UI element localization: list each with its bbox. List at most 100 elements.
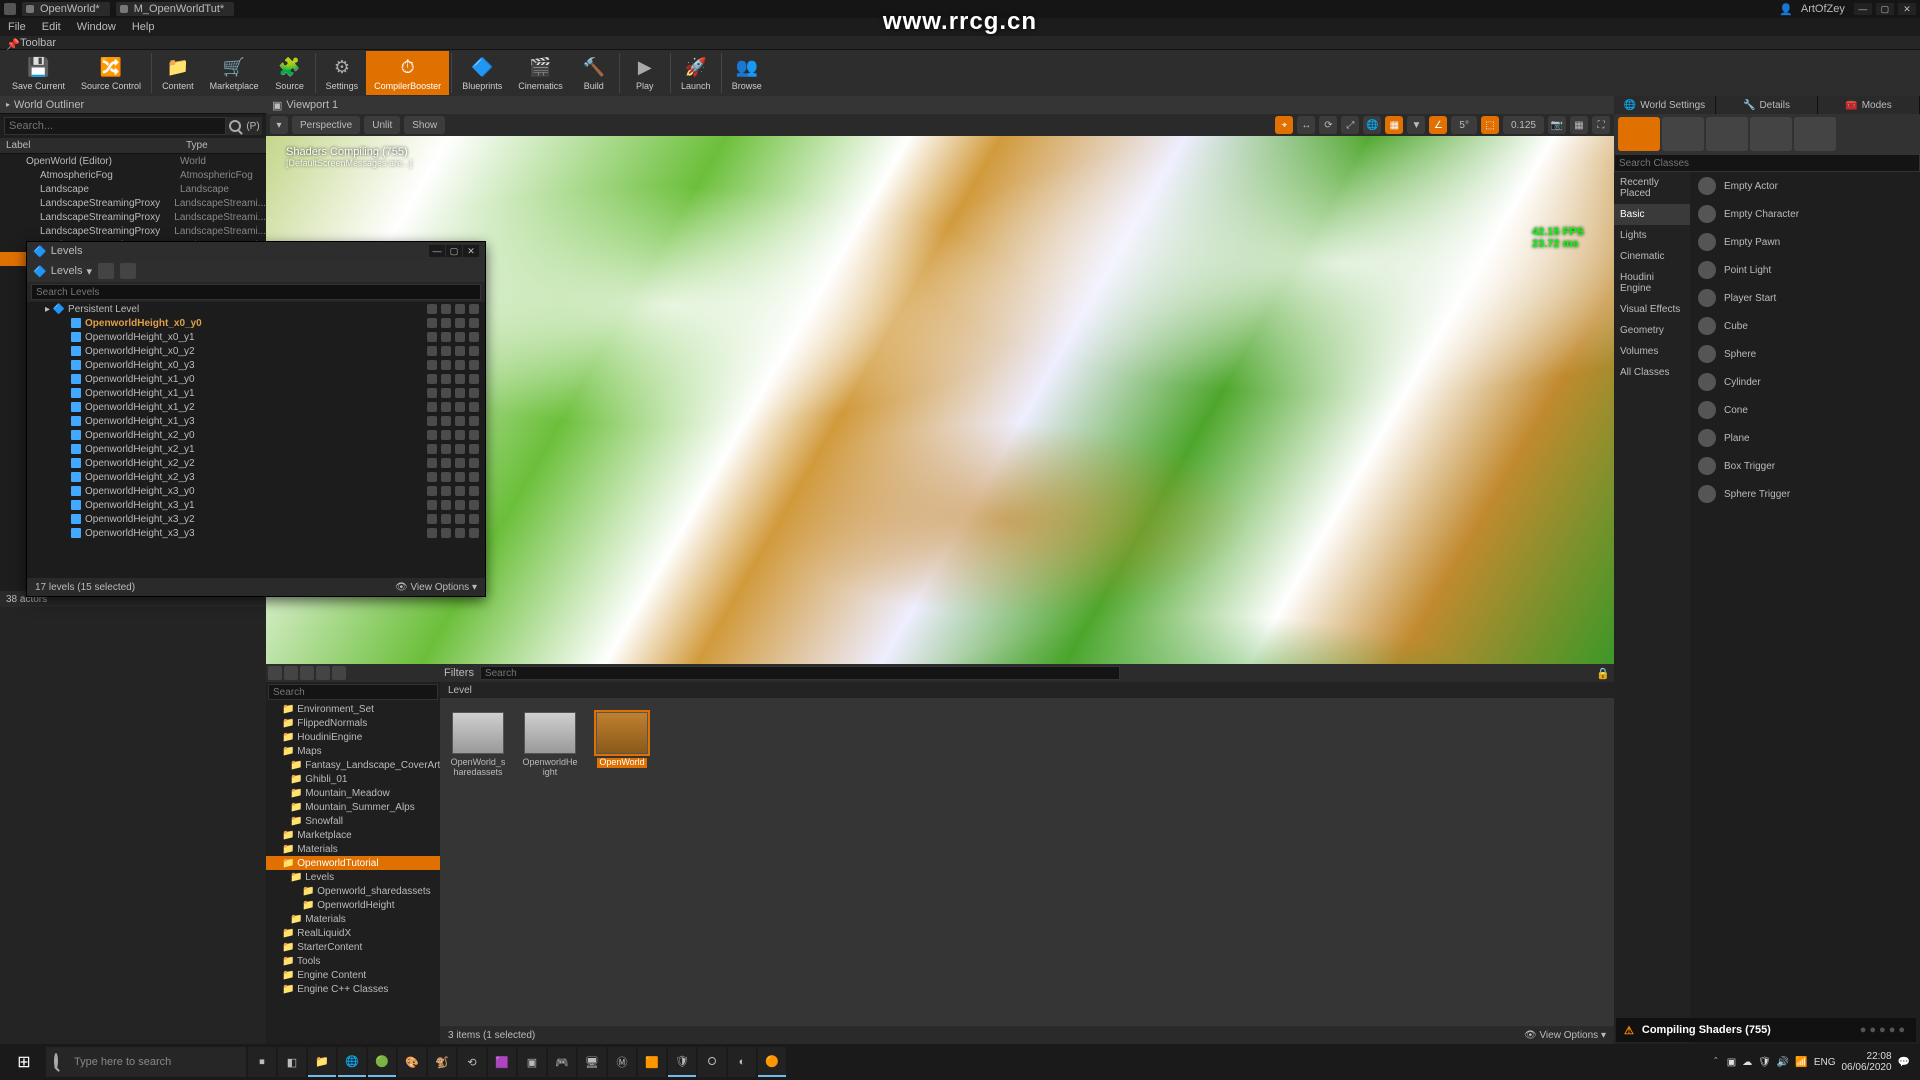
taskbar-app-17[interactable]: 🟠 [758, 1047, 786, 1077]
eye-icon[interactable] [427, 374, 437, 384]
outliner-row[interactable]: LandscapeStreamingProxyLandscapeStreami.… [0, 224, 266, 238]
camera-speed-icon[interactable]: 📷 [1548, 116, 1566, 134]
cb-tree-item[interactable]: 📁 Marketplace [266, 828, 440, 842]
eye-icon[interactable] [427, 388, 437, 398]
save-icon[interactable] [455, 360, 465, 370]
taskbar-app-5[interactable]: 🎨 [398, 1047, 426, 1077]
levels-row[interactable]: OpenworldHeight_x1_y2 [27, 400, 485, 414]
outliner-header[interactable]: ▸ World Outliner [0, 96, 266, 114]
menu-edit[interactable]: Edit [42, 21, 61, 33]
modes-category[interactable]: Lights [1614, 225, 1690, 246]
lock-icon[interactable] [441, 318, 451, 328]
lock-icon[interactable] [441, 458, 451, 468]
modes-items[interactable]: Empty ActorEmpty CharacterEmpty PawnPoin… [1690, 172, 1920, 1044]
cb-asset[interactable]: OpenworldHeight [522, 712, 578, 778]
modes-category[interactable]: Volumes [1614, 341, 1690, 362]
lock-icon[interactable] [441, 430, 451, 440]
cb-breadcrumbs[interactable]: Level [440, 682, 1614, 698]
mode-mesh-icon[interactable] [1794, 117, 1836, 151]
eye-icon[interactable] [427, 360, 437, 370]
scale-value[interactable]: 0.125 [1503, 116, 1544, 134]
levels-view-options[interactable]: 👁 View Options ▾ [395, 582, 477, 593]
maximize-viewport-icon[interactable]: ⛶ [1592, 116, 1610, 134]
taskbar-app-spotify[interactable]: 🟢 [368, 1047, 396, 1077]
save-icon[interactable] [455, 514, 465, 524]
cb-tree-item[interactable]: 📁 OpenworldTutorial [266, 856, 440, 870]
toolbar-marketplace-button[interactable]: 🛒Marketplace [202, 51, 267, 95]
taskbar-app-13[interactable]: 🟧 [638, 1047, 666, 1077]
levels-dropdown[interactable]: 🔷 Levels ▾ [33, 265, 92, 278]
levels-row[interactable]: OpenworldHeight_x0_y1 [27, 330, 485, 344]
taskbar-app-16[interactable]: ◐ [728, 1047, 756, 1077]
modes-category[interactable]: All Classes [1614, 362, 1690, 383]
modes-category[interactable]: Visual Effects [1614, 299, 1690, 320]
toolbar-settings-button[interactable]: ⚙Settings [318, 51, 367, 95]
lock-icon[interactable] [441, 346, 451, 356]
levels-max-btn[interactable]: ▢ [446, 245, 462, 257]
modes-category[interactable]: Basic [1614, 204, 1690, 225]
toolbar-source-control-button[interactable]: 🔀Source Control [73, 51, 149, 95]
outliner-row[interactable]: AtmosphericFogAtmosphericFog [0, 168, 266, 182]
col-label[interactable]: Label [0, 138, 180, 153]
outliner-row[interactable]: LandscapeLandscape [0, 182, 266, 196]
cb-tree-item[interactable]: 📁 Mountain_Summer_Alps [266, 800, 440, 814]
modes-item[interactable]: Empty Actor [1690, 172, 1920, 200]
levels-window[interactable]: 🔷 Levels — ▢ ✕ 🔷 Levels ▾ ▸ 🔷 Persistent… [26, 241, 486, 597]
cb-tree-item[interactable]: 📁 Materials [266, 842, 440, 856]
minimize-button[interactable]: — [1854, 3, 1872, 15]
lock-icon[interactable] [441, 416, 451, 426]
lock-icon[interactable] [441, 402, 451, 412]
viewport-menu-icon[interactable]: ▾ [270, 116, 288, 134]
cb-asset-search-input[interactable] [480, 666, 1120, 680]
unlit-dropdown[interactable]: Unlit [364, 116, 400, 134]
save-icon[interactable] [455, 402, 465, 412]
levels-row[interactable]: OpenworldHeight_x2_y2 [27, 456, 485, 470]
cb-tree-item[interactable]: 📁 Materials [266, 912, 440, 926]
outliner-row[interactable]: OpenWorld (Editor)World [0, 154, 266, 168]
save-icon[interactable] [455, 318, 465, 328]
title-tab-1[interactable]: OpenWorld* [22, 2, 110, 16]
modes-item[interactable]: Plane [1690, 424, 1920, 452]
levels-search-input[interactable] [31, 284, 481, 300]
levels-row[interactable]: OpenworldHeight_x2_y3 [27, 470, 485, 484]
angle-value[interactable]: 5° [1451, 116, 1477, 134]
cb-tree-item[interactable]: 📁 OpenworldHeight [266, 898, 440, 912]
cb-tree-item[interactable]: 📁 Tools [266, 954, 440, 968]
cb-tree-item[interactable]: 📁 HoudiniEngine [266, 730, 440, 744]
toolbar-compilerbooster-button[interactable]: ⏱CompilerBooster [366, 51, 449, 95]
levels-min-btn[interactable]: — [429, 245, 445, 257]
eye-icon[interactable] [427, 514, 437, 524]
lock-icon[interactable] [441, 444, 451, 454]
mode-place-icon[interactable] [1618, 117, 1660, 151]
color-icon[interactable] [469, 318, 479, 328]
cb-folder-tree[interactable]: 📁 Environment_Set📁 FlippedNormals📁 Houdi… [266, 702, 440, 1044]
toolbar-launch-button[interactable]: 🚀Launch [673, 51, 719, 95]
col-type[interactable]: Type [180, 138, 214, 153]
cb-asset[interactable]: OpenWorld [594, 712, 650, 768]
taskbar-app-9[interactable]: ▣ [518, 1047, 546, 1077]
outliner-row[interactable]: LandscapeStreamingProxyLandscapeStreami.… [0, 210, 266, 224]
save-icon[interactable] [455, 458, 465, 468]
levels-row[interactable]: OpenworldHeight_x0_y3 [27, 358, 485, 372]
levels-row-root[interactable]: ▸ 🔷 Persistent Level [27, 302, 485, 316]
levels-new-icon[interactable] [98, 263, 114, 279]
task-view-icon[interactable]: ⏹ [248, 1047, 276, 1077]
modes-item[interactable]: Player Start [1690, 284, 1920, 312]
cb-tree-item[interactable]: 📁 Mountain_Meadow [266, 786, 440, 800]
levels-row[interactable]: OpenworldHeight_x2_y0 [27, 428, 485, 442]
taskbar-app-ue4[interactable]: 🛡 [668, 1047, 696, 1077]
tab-details[interactable]: 🔧 Details [1716, 96, 1818, 114]
color-icon[interactable] [469, 360, 479, 370]
modes-categories[interactable]: Recently PlacedBasicLightsCinematicHoudi… [1614, 172, 1690, 1044]
color-icon[interactable] [469, 458, 479, 468]
cb-tree-item[interactable]: 📁 Fantasy_Landscape_CoverArt [266, 758, 440, 772]
tab-modes[interactable]: 🧰 Modes [1818, 96, 1920, 114]
lock-icon[interactable] [441, 500, 451, 510]
toolbar-blueprints-button[interactable]: 🔷Blueprints [454, 51, 510, 95]
eye-icon[interactable] [427, 500, 437, 510]
cb-asset-grid[interactable]: OpenWorld_sharedassetsOpenworldHeightOpe… [440, 698, 1614, 1026]
toolbar-browse-button[interactable]: 👥Browse [724, 51, 770, 95]
modes-item[interactable]: Point Light [1690, 256, 1920, 284]
modes-category[interactable]: Recently Placed [1614, 172, 1690, 204]
scale-snap-icon[interactable]: ⬚ [1481, 116, 1499, 134]
